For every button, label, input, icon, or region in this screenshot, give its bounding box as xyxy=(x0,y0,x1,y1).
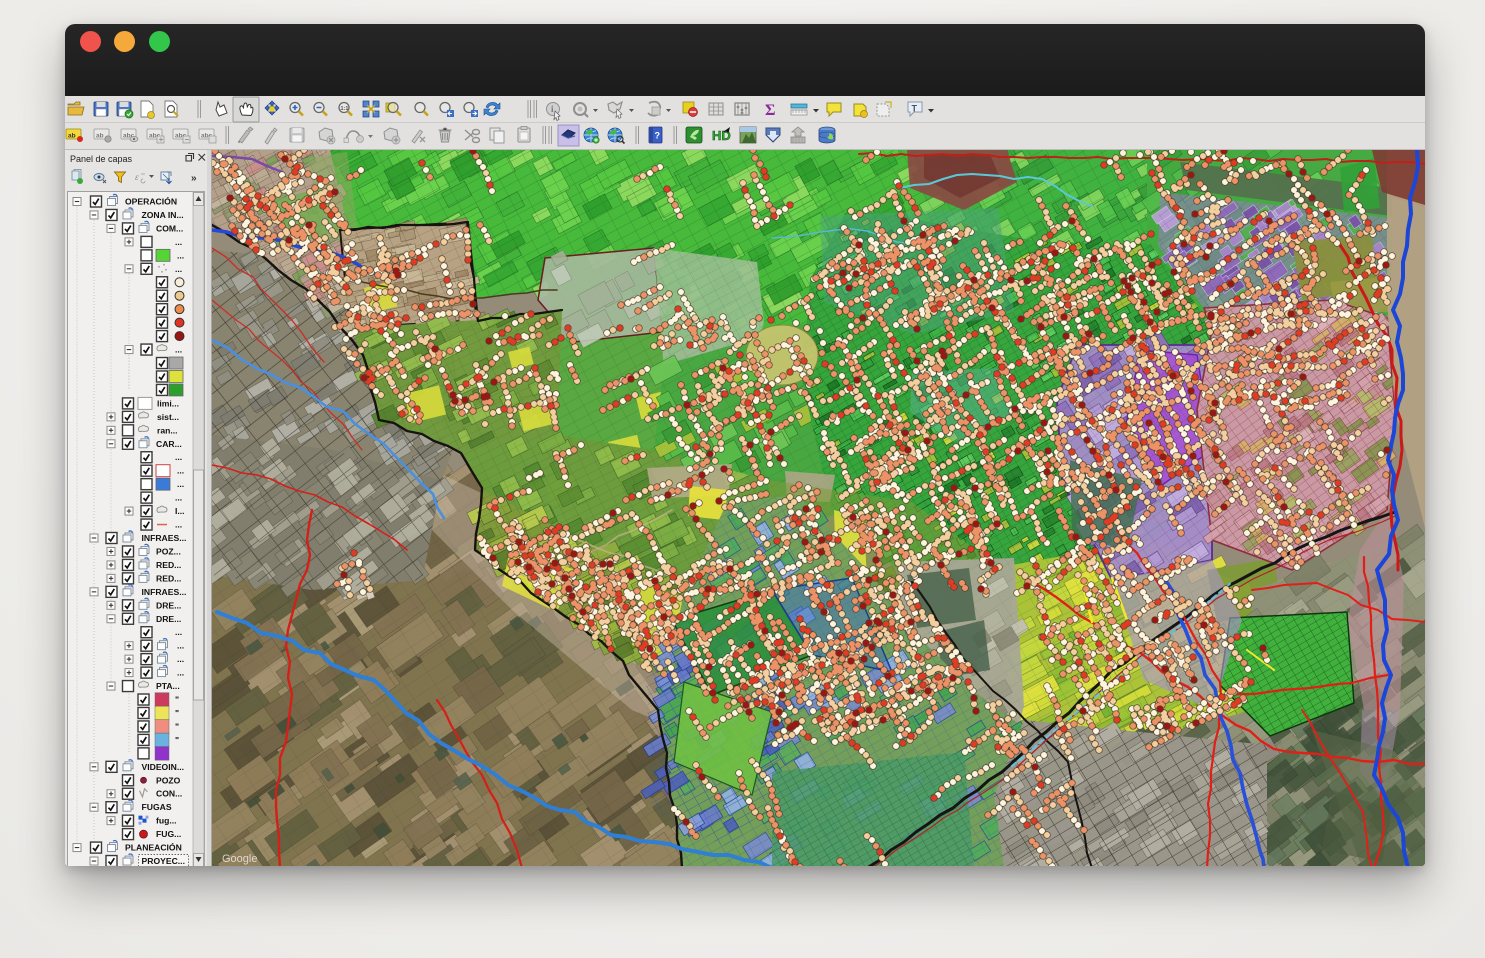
svg-text:?: ? xyxy=(655,130,661,140)
svg-text:Google: Google xyxy=(222,853,257,865)
svg-text:COM...: COM... xyxy=(156,223,183,233)
svg-text:VIDEOIN...: VIDEOIN... xyxy=(142,761,185,771)
svg-text:CON...: CON... xyxy=(156,788,182,798)
svg-text:...: ... xyxy=(177,654,184,664)
svg-text:...: ... xyxy=(175,344,182,354)
svg-text:INFRAES...: INFRAES... xyxy=(142,586,187,596)
svg-text:POZ...: POZ... xyxy=(156,546,181,556)
svg-text:...: ... xyxy=(175,236,182,246)
svg-text:sist...: sist... xyxy=(157,411,179,421)
svg-text:": " xyxy=(175,694,179,704)
svg-text:DRE...: DRE... xyxy=(156,600,181,610)
svg-text:...: ... xyxy=(177,250,184,260)
svg-text:PTA...: PTA... xyxy=(156,681,180,691)
svg-text:...: ... xyxy=(175,519,182,529)
svg-text:RED...: RED... xyxy=(156,573,181,583)
svg-text:PLANEACIÓN: PLANEACIÓN xyxy=(125,841,182,852)
svg-text:DRE...: DRE... xyxy=(156,613,181,623)
svg-text:...: ... xyxy=(177,640,184,650)
svg-text:...: ... xyxy=(175,263,182,273)
svg-text:T: T xyxy=(912,103,918,113)
svg-text:Σ: Σ xyxy=(765,102,775,119)
svg-text:RED...: RED... xyxy=(156,559,181,569)
svg-text:ε: ε xyxy=(135,172,139,182)
svg-text:FUG...: FUG... xyxy=(156,829,181,839)
svg-text:...: ... xyxy=(177,479,184,489)
svg-text:OPERACIÓN: OPERACIÓN xyxy=(125,195,177,206)
svg-text:limi...: limi... xyxy=(157,398,179,408)
svg-text:...: ... xyxy=(175,452,182,462)
svg-text:...: ... xyxy=(177,465,184,475)
svg-text:1:1: 1:1 xyxy=(341,106,349,112)
svg-text:": " xyxy=(175,734,179,744)
svg-text:ZONA IN...: ZONA IN... xyxy=(142,209,184,219)
svg-text:FUGAS: FUGAS xyxy=(142,802,172,812)
svg-text:...: ... xyxy=(177,667,184,677)
svg-text:Panel de capas: Panel de capas xyxy=(70,154,133,164)
svg-text:PROYEC...: PROYEC... xyxy=(142,856,185,866)
svg-text:fug...: fug... xyxy=(156,815,177,825)
svg-text:»: » xyxy=(191,173,197,184)
svg-text:ran...: ran... xyxy=(157,425,178,435)
svg-text:ab: ab xyxy=(68,132,76,139)
svg-text:ab: ab xyxy=(96,132,104,139)
svg-text:INFRAES...: INFRAES... xyxy=(142,533,187,543)
svg-text:": " xyxy=(175,721,179,731)
svg-text:...: ... xyxy=(175,492,182,502)
svg-text:CAR...: CAR... xyxy=(156,438,182,448)
svg-text:...: ... xyxy=(175,627,182,637)
svg-text:POZO: POZO xyxy=(156,775,181,785)
svg-text:": " xyxy=(175,707,179,717)
svg-text:I...: I... xyxy=(175,506,185,516)
